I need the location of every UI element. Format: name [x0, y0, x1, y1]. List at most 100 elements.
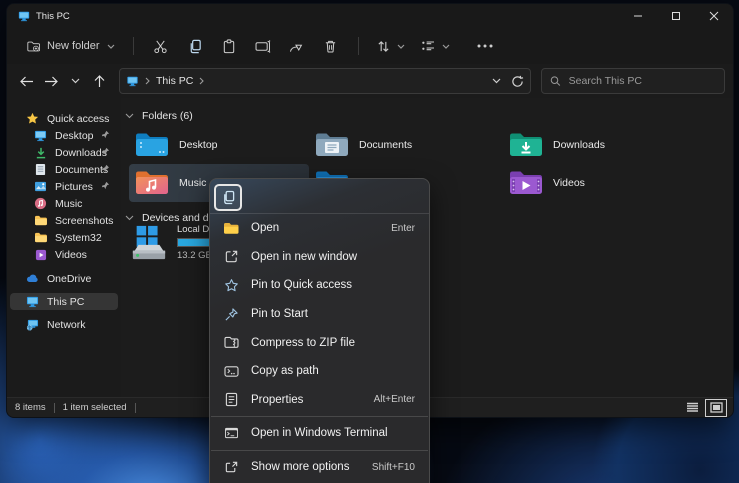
- pin-star-icon: [223, 277, 239, 293]
- folder-tile-downloads[interactable]: Downloads: [503, 126, 683, 164]
- folders-section-header[interactable]: Folders (6): [125, 110, 193, 122]
- sidebar-item-screenshots[interactable]: Screenshots: [10, 212, 118, 229]
- folder-tile-documents[interactable]: Documents: [309, 126, 489, 164]
- menu-item-open-windows-terminal[interactable]: Open in Windows Terminal: [210, 419, 429, 448]
- titlebar: This PC: [7, 4, 733, 28]
- music-icon: [34, 197, 47, 210]
- new-window-icon: [223, 249, 239, 265]
- this-pc-icon: [26, 295, 39, 308]
- refresh-icon[interactable]: [511, 75, 524, 88]
- sidebar-item-onedrive[interactable]: OneDrive: [10, 270, 118, 287]
- folder-label: Downloads: [553, 139, 605, 151]
- onedrive-cloud-icon: [26, 272, 39, 285]
- forward-button[interactable]: [39, 69, 63, 93]
- pin-icon: [101, 181, 110, 190]
- new-folder-icon: [27, 40, 40, 53]
- folder-tile-videos[interactable]: Videos: [503, 164, 683, 202]
- large-icons-view-button[interactable]: [707, 401, 725, 415]
- close-button[interactable]: [695, 4, 733, 28]
- folder-label: Videos: [553, 177, 585, 189]
- breadcrumb-chevron-icon: [199, 77, 204, 85]
- copy-icon: [222, 190, 235, 205]
- sidebar-item-label: Music: [55, 198, 82, 210]
- up-button[interactable]: [87, 69, 111, 93]
- sort-icon: [377, 40, 390, 53]
- view-button[interactable]: [415, 36, 456, 56]
- rename-button[interactable]: [248, 33, 278, 59]
- sidebar-item-pictures[interactable]: Pictures: [10, 178, 118, 195]
- shortcut-label: Enter: [391, 223, 415, 234]
- menu-item-show-more-options[interactable]: Show more options Shift+F10: [210, 453, 429, 482]
- folder-icon: [34, 231, 47, 244]
- selection-count: 1 item selected: [63, 402, 127, 413]
- sort-button[interactable]: [371, 36, 411, 57]
- breadcrumb-this-pc[interactable]: This PC: [156, 75, 193, 87]
- delete-button[interactable]: [316, 33, 346, 59]
- drive-tile-local-disk[interactable]: Local Disk 13.2 GB fr: [129, 224, 221, 262]
- menu-item-pin-quick-access[interactable]: Pin to Quick access: [210, 271, 429, 300]
- this-pc-icon: [126, 75, 139, 88]
- local-disk-icon: [129, 224, 169, 262]
- new-folder-button[interactable]: New folder: [21, 36, 121, 57]
- sidebar-item-music[interactable]: Music: [10, 195, 118, 212]
- copy-button[interactable]: [180, 33, 210, 59]
- toolbar-divider: [133, 37, 134, 55]
- sidebar-item-label: Network: [47, 319, 86, 331]
- minimize-button[interactable]: [619, 4, 657, 28]
- address-dropdown-icon[interactable]: [492, 78, 501, 84]
- sidebar-item-quick-access[interactable]: Quick access: [10, 110, 118, 127]
- context-menu-iconbar: [210, 181, 429, 214]
- sidebar-item-this-pc[interactable]: This PC: [10, 293, 118, 310]
- documents-folder-icon: [315, 131, 349, 159]
- menu-separator: [211, 450, 428, 451]
- sidebar-item-system32[interactable]: System32: [10, 229, 118, 246]
- sidebar-item-network[interactable]: Network: [10, 316, 118, 333]
- pushpin-icon: [223, 306, 239, 322]
- open-folder-icon: [223, 220, 239, 236]
- pin-icon: [101, 147, 110, 156]
- show-more-icon: [223, 459, 239, 475]
- navigation-pane: Quick access Desktop Downloads Documents…: [7, 98, 121, 397]
- search-input[interactable]: [569, 75, 716, 87]
- sidebar-item-label: System32: [55, 232, 102, 244]
- maximize-button[interactable]: [657, 4, 695, 28]
- document-icon: [34, 163, 47, 176]
- menu-item-open-new-window[interactable]: Open in new window: [210, 243, 429, 272]
- cut-button[interactable]: [146, 33, 176, 59]
- menu-item-properties[interactable]: Properties Alt+Enter: [210, 386, 429, 415]
- breadcrumb: This PC: [126, 75, 204, 88]
- context-menu: Open Enter Open in new window Pin to Qui…: [209, 178, 430, 483]
- sidebar-item-label: Desktop: [55, 130, 94, 142]
- back-button[interactable]: [15, 69, 39, 93]
- view-icon: [421, 40, 435, 52]
- sidebar-item-documents[interactable]: Documents: [10, 161, 118, 178]
- menu-item-compress-zip[interactable]: Compress to ZIP file: [210, 328, 429, 357]
- folder-tile-desktop[interactable]: Desktop: [129, 126, 309, 164]
- menu-item-open[interactable]: Open Enter: [210, 214, 429, 243]
- chevron-down-icon: [107, 44, 115, 49]
- recent-locations-button[interactable]: [63, 69, 87, 93]
- toolbar-divider: [358, 37, 359, 55]
- share-button[interactable]: [282, 33, 312, 59]
- pin-icon: [101, 130, 110, 139]
- pictures-icon: [34, 180, 47, 193]
- sidebar-item-videos[interactable]: Videos: [10, 246, 118, 263]
- item-count: 8 items: [15, 402, 46, 413]
- paste-button[interactable]: [214, 33, 244, 59]
- terminal-icon: [223, 425, 239, 441]
- see-more-button[interactable]: [470, 33, 500, 59]
- copy-path-icon: [223, 363, 239, 379]
- sidebar-item-desktop[interactable]: Desktop: [10, 127, 118, 144]
- pin-icon: [101, 164, 110, 173]
- zip-folder-icon: [223, 335, 239, 351]
- details-view-button[interactable]: [683, 401, 701, 415]
- sidebar-item-label: OneDrive: [47, 273, 91, 285]
- sidebar-item-downloads[interactable]: Downloads: [10, 144, 118, 161]
- menu-item-copy-as-path[interactable]: Copy as path: [210, 357, 429, 386]
- folder-label: Desktop: [179, 139, 218, 151]
- menu-item-pin-start[interactable]: Pin to Start: [210, 300, 429, 329]
- shortcut-label: Alt+Enter: [374, 394, 415, 405]
- address-bar[interactable]: This PC: [119, 68, 531, 94]
- copy-icon-button[interactable]: [214, 184, 242, 211]
- search-box[interactable]: [541, 68, 725, 94]
